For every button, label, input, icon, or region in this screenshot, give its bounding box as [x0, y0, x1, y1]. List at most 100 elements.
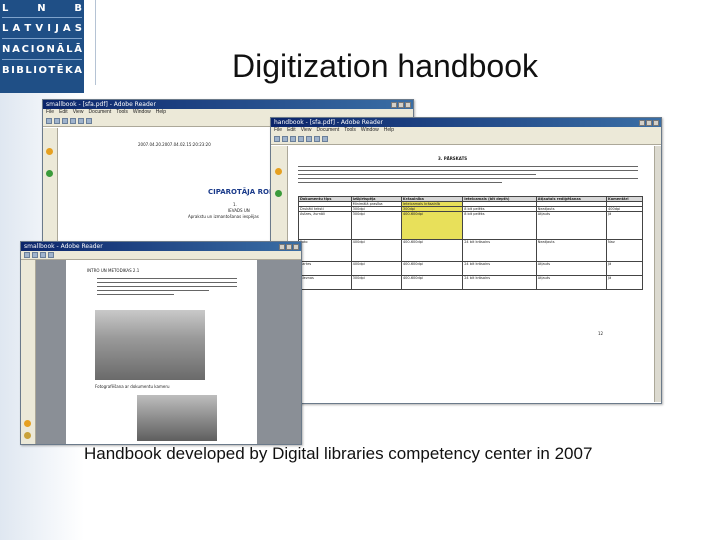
header-divider [95, 0, 96, 85]
hand-icon[interactable] [314, 136, 320, 142]
logo-letter: J [55, 23, 59, 34]
logo-letter: N [37, 3, 46, 14]
open-icon[interactable] [274, 136, 280, 142]
logo-letter: L [2, 23, 9, 34]
menu-tools[interactable]: Tools [116, 109, 128, 116]
logo-letter: Ē [56, 65, 64, 76]
menu-edit[interactable]: Edit [287, 127, 296, 134]
print-icon[interactable] [290, 136, 296, 142]
menu-help[interactable]: Help [384, 127, 394, 134]
toolbar [21, 251, 301, 260]
bookmark-icon[interactable] [24, 420, 31, 427]
menu-file[interactable]: File [274, 127, 282, 134]
search-icon[interactable] [306, 136, 312, 142]
maximize-icon[interactable] [398, 101, 404, 108]
menu-document[interactable]: Document [88, 109, 111, 116]
logo-letter: L [66, 44, 73, 55]
logo-letter: N [46, 44, 55, 55]
menu-help[interactable]: Help [156, 109, 166, 116]
logo-row-1: LNB [2, 2, 82, 16]
doc-subheading: 1. [233, 202, 237, 207]
menu-tools[interactable]: Tools [344, 127, 356, 134]
menu-window[interactable]: Window [133, 109, 151, 116]
logo-letter: I [11, 65, 15, 76]
save-icon[interactable] [282, 136, 288, 142]
search-icon[interactable] [78, 118, 84, 124]
save-icon[interactable] [32, 252, 38, 258]
page-number: 12 [598, 331, 604, 336]
paragraph-text [97, 278, 237, 298]
bookmark-icon[interactable] [275, 168, 282, 175]
menubar: File Edit View Document Tools Window Hel… [271, 127, 661, 134]
logo-letter: A [12, 23, 21, 34]
menubar: File Edit View Document Tools Window Hel… [43, 109, 413, 116]
open-icon[interactable] [24, 252, 30, 258]
logo-letter: Ā [56, 44, 65, 55]
table-cell: Atļauts [535, 275, 608, 290]
titlebar[interactable]: smallbook - Adobe Reader [21, 242, 301, 251]
email-icon[interactable] [70, 118, 76, 124]
logo-letter: B [2, 65, 10, 76]
minimize-icon[interactable] [639, 119, 645, 126]
slide-caption: Handbook developed by Digital libraries … [84, 444, 593, 463]
table-cell: 400dpi [350, 261, 402, 276]
menu-document[interactable]: Document [316, 127, 339, 134]
zoom-icon[interactable] [86, 118, 92, 124]
document-page: 3. PĀRSKATS Dokumentu tips Izšķirtspēja … [288, 146, 654, 402]
section-heading: INTRO UN METODIKAS 2.1 [87, 268, 140, 273]
logo-letter: L [2, 3, 9, 14]
print-icon[interactable] [40, 252, 46, 258]
page-background [36, 260, 66, 444]
titlebar[interactable]: smallbook - [sfa.pdf] - Adobe Reader [43, 100, 413, 109]
titlebar[interactable]: handbook - [sfa.pdf] - Adobe Reader [271, 118, 661, 127]
table-cell: 24 bit krāsains [462, 261, 537, 276]
table-cell: 300dpi [350, 211, 402, 240]
logo-letter: O [38, 65, 47, 76]
logo-divider [2, 17, 82, 18]
close-icon[interactable] [405, 101, 411, 108]
pages-icon[interactable] [46, 170, 53, 177]
logo-row-4: BIBLIOTĒKA [2, 64, 82, 78]
window-title: smallbook - [sfa.pdf] - Adobe Reader [46, 101, 156, 108]
logo-letter: O [36, 44, 45, 55]
table-row: Foto 400dpi 400-600dpi 24 bit krāsains N… [298, 239, 643, 262]
logo-letter: A [62, 23, 71, 34]
email-icon[interactable] [298, 136, 304, 142]
close-icon[interactable] [293, 243, 299, 250]
menu-edit[interactable]: Edit [59, 109, 68, 116]
minimize-icon[interactable] [391, 101, 397, 108]
search-icon[interactable] [48, 252, 54, 258]
bookmark-icon[interactable] [46, 148, 53, 155]
table-cell: Gleznas [298, 275, 352, 290]
menu-view[interactable]: View [73, 109, 84, 116]
minimize-icon[interactable] [279, 243, 285, 250]
scrollbar[interactable] [654, 146, 661, 402]
maximize-icon[interactable] [286, 243, 292, 250]
table-cell: Atļauts [535, 211, 608, 240]
logo-letter: Ā [74, 44, 82, 55]
paragraph-text [298, 166, 638, 186]
logo-letter: S [74, 23, 82, 34]
attachment-icon[interactable] [24, 432, 31, 439]
logo-letter: A [12, 44, 20, 55]
save-icon[interactable] [54, 118, 60, 124]
doc-date: 2007.04.20.2007.04.02.15:20:23:20 [138, 142, 211, 147]
print-icon[interactable] [62, 118, 68, 124]
zoom-icon[interactable] [322, 136, 328, 142]
reader-window-handbook[interactable]: handbook - [sfa.pdf] - Adobe Reader File… [270, 117, 662, 404]
toolbar [271, 134, 661, 145]
open-icon[interactable] [46, 118, 52, 124]
menu-file[interactable]: File [46, 109, 54, 116]
maximize-icon[interactable] [646, 119, 652, 126]
menu-window[interactable]: Window [361, 127, 379, 134]
window-title: smallbook - Adobe Reader [24, 243, 103, 250]
close-icon[interactable] [653, 119, 659, 126]
logo-row-2: LATVIJAS [2, 22, 82, 36]
table-row: Kartes 400dpi 400-600dpi 24 bit krāsains… [298, 261, 643, 276]
table-cell: Jā [606, 275, 643, 290]
menu-view[interactable]: View [301, 127, 312, 134]
pages-icon[interactable] [275, 190, 282, 197]
table-cell: Atļauts [535, 261, 608, 276]
building-photo [95, 310, 205, 380]
reader-window-front[interactable]: smallbook - Adobe Reader INTRO UN METODI… [20, 241, 302, 445]
